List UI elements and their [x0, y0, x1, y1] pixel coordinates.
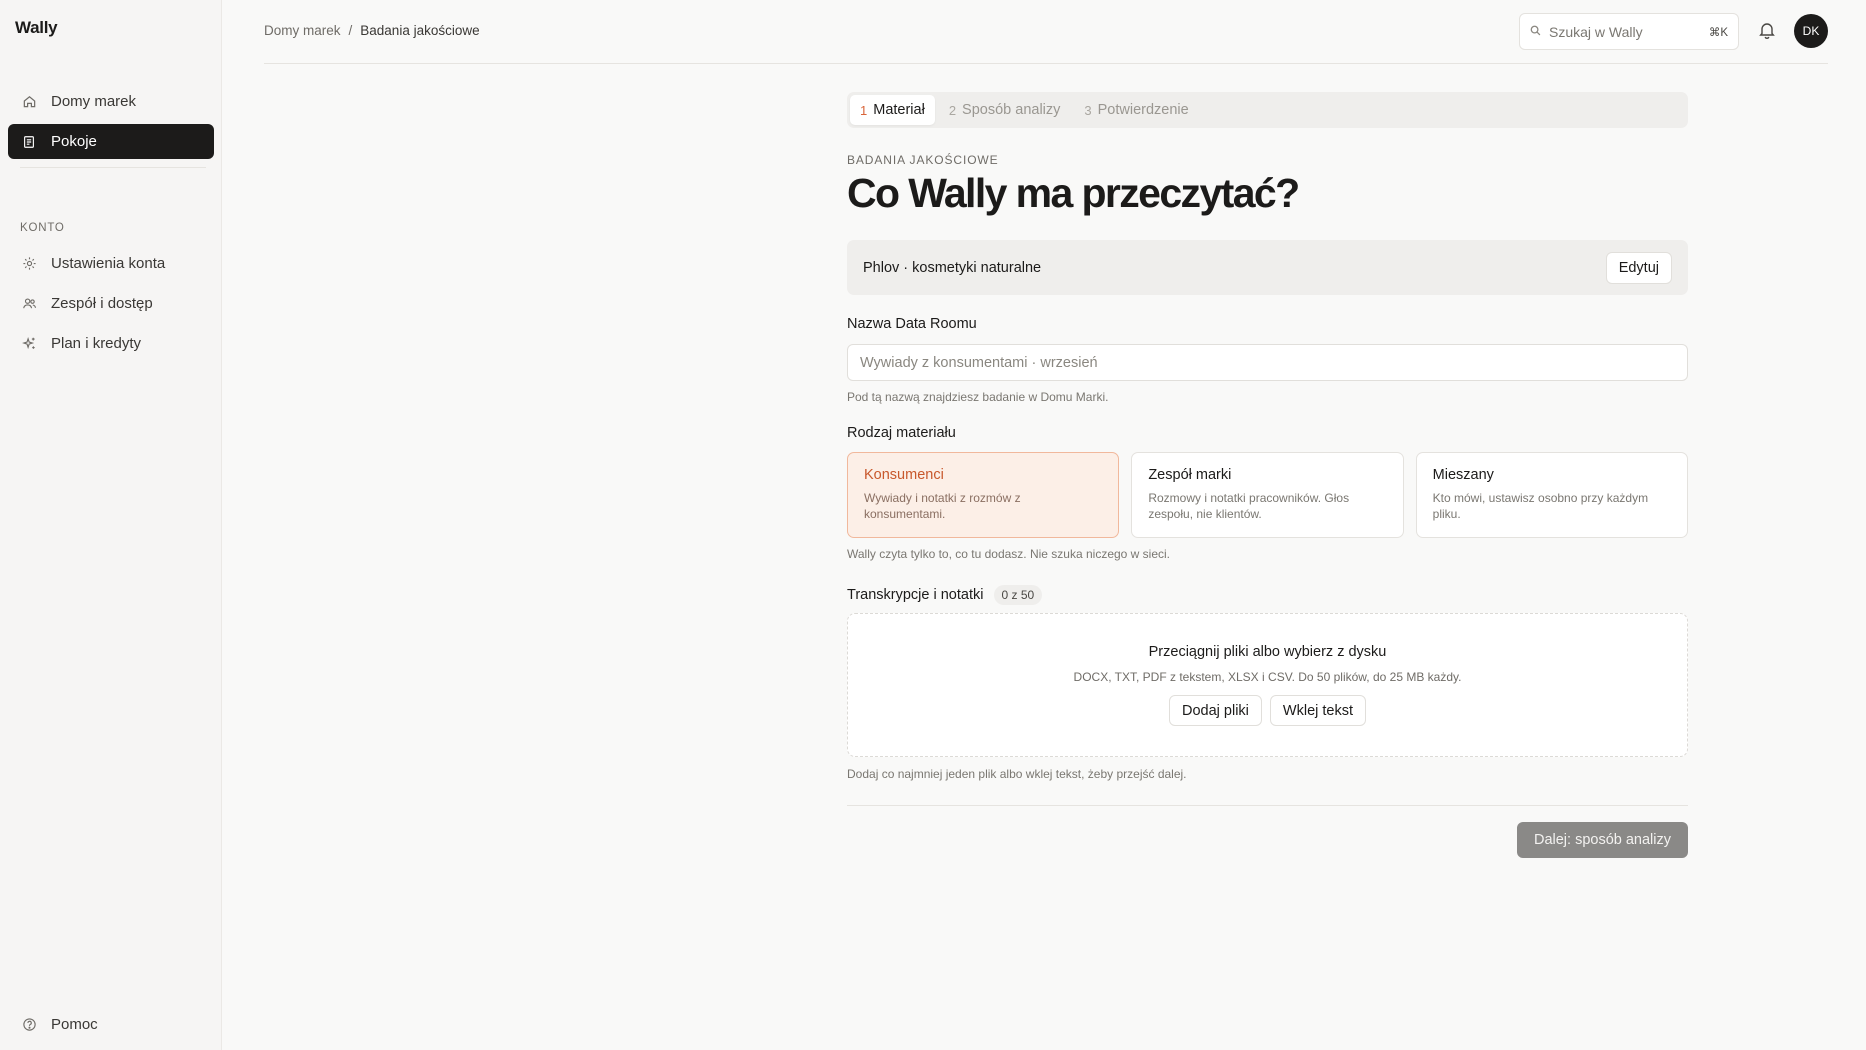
edit-brand-button[interactable]: Edytuj [1605, 251, 1672, 284]
sidebar-item-domy-marek[interactable]: Domy marek [8, 84, 214, 119]
material-type-options: Konsumenci Wywiady i notatki z rozmów z … [847, 452, 1688, 538]
sidebar-item-plan-i-kredyty[interactable]: Plan i kredyty [8, 326, 214, 361]
material-option-konsumenci[interactable]: Konsumenci Wywiady i notatki z rozmów z … [847, 452, 1120, 538]
eyebrow-label: BADANIA JAKOŚCIOWE [847, 153, 999, 167]
step-label: Sposób analizy [962, 102, 1061, 118]
help-circle-icon [21, 1017, 37, 1033]
paste-text-button[interactable]: Wklej tekst [1269, 695, 1366, 726]
sidebar-item-pomoc[interactable]: Pomoc [8, 1007, 214, 1042]
breadcrumb-item-current: Badania jakościowe [360, 23, 480, 38]
dropzone-title: Przeciągnij pliki albo wybierz z dysku [1148, 644, 1387, 660]
name-field-help: Pod tą nazwą znajdziesz badanie w Domu M… [847, 390, 1109, 404]
files-section-label: Transkrypcje i notatki 0 z 50 [847, 585, 1043, 605]
topbar: Domy marek / Badania jakościowe Szukaj w… [264, 0, 1828, 64]
sidebar-item-label: Zespół i dostęp [51, 295, 153, 312]
dropzone-actions: Dodaj pliki Wklej tekst [848, 695, 1687, 726]
step-material[interactable]: 1 Materiał [850, 95, 935, 125]
sidebar-item-label: Ustawienia konta [51, 255, 166, 272]
selected-brand-box: Phlov · kosmetyki naturalne Edytuj [847, 240, 1688, 295]
material-type-help: Wally czyta tylko to, co tu dodasz. Nie … [847, 547, 1171, 561]
home-icon [21, 94, 37, 110]
app-logo[interactable]: Wally [15, 18, 58, 38]
document-icon [21, 134, 37, 150]
sidebar-item-zespol-i-dostep[interactable]: Zespół i dostęp [8, 286, 214, 321]
step-label: Materiał [873, 102, 925, 118]
step-number: 2 [948, 102, 957, 118]
files-count-badge: 0 z 50 [993, 585, 1043, 605]
breadcrumb: Domy marek / Badania jakościowe [264, 23, 480, 38]
files-label: Transkrypcje i notatki [847, 587, 984, 603]
bell-icon[interactable] [1757, 20, 1779, 42]
material-option-mieszany[interactable]: Mieszany Kto mówi, ustawisz osobno przy … [1415, 452, 1688, 538]
main-area: Domy marek / Badania jakościowe Szukaj w… [222, 0, 1866, 1050]
sidebar: Wally Domy marek Pokoje KONTO Ustawienia… [0, 0, 222, 1050]
step-label: Potwierdzenie [1097, 102, 1189, 118]
option-title: Mieszany [1432, 467, 1494, 483]
sidebar-item-ustawienia-konta[interactable]: Ustawienia konta [8, 246, 214, 281]
search-shortcut: ⌘K [1708, 26, 1728, 39]
step-sposob-analizy[interactable]: 2 Sposób analizy [939, 95, 1071, 125]
option-description: Wywiady i notatki z rozmów z konsumentam… [864, 491, 1021, 522]
breadcrumb-item-domy-marek[interactable]: Domy marek [264, 23, 341, 38]
dropzone-subtitle: DOCX, TXT, PDF z tekstem, XLSX i CSV. Do… [1073, 670, 1462, 684]
sidebar-item-label: Pokoje [51, 133, 97, 150]
option-title: Konsumenci [864, 467, 944, 483]
add-files-button[interactable]: Dodaj pliki [1169, 695, 1262, 726]
name-field-label: Nazwa Data Roomu [847, 316, 977, 332]
breadcrumb-separator: / [348, 23, 353, 38]
step-number: 1 [860, 102, 868, 118]
avatar[interactable]: DK [1794, 14, 1828, 48]
sidebar-item-pokoje[interactable]: Pokoje [8, 124, 214, 159]
material-option-zespol-marki[interactable]: Zespół marki Rozmowy i notatki pracownik… [1131, 452, 1404, 538]
option-description: Rozmowy i notatki pracowników. Głos zesp… [1148, 491, 1350, 522]
sidebar-item-label: Plan i kredyty [51, 335, 142, 352]
sidebar-item-label: Pomoc [51, 1016, 98, 1033]
gear-icon [21, 256, 37, 272]
users-icon [21, 296, 37, 312]
wizard-steps: 1 Materiał 2 Sposób analizy 3 Potwierdze… [847, 92, 1688, 128]
step-number: 3 [1084, 102, 1092, 118]
search-icon [1530, 25, 1541, 39]
brand-name: Phlov · kosmetyki naturalne [863, 259, 1042, 276]
next-step-button[interactable]: Dalej: sposób analizy [1516, 822, 1688, 858]
sidebar-divider [20, 167, 206, 168]
file-dropzone[interactable]: Przeciągnij pliki albo wybierz z dysku D… [847, 613, 1688, 757]
sidebar-item-label: Domy marek [51, 93, 137, 110]
option-description: Kto mówi, ustawisz osobno przy każdym pl… [1432, 491, 1649, 522]
search-placeholder: Szukaj w Wally [1549, 23, 1643, 40]
files-help: Dodaj co najmniej jeden plik albo wklej … [847, 767, 1187, 781]
option-title: Zespół marki [1148, 467, 1232, 483]
data-room-name-input[interactable] [847, 344, 1688, 381]
material-type-label: Rodzaj materiału [847, 425, 956, 441]
search-box[interactable]: Szukaj w Wally ⌘K [1519, 13, 1739, 50]
step-potwierdzenie[interactable]: 3 Potwierdzenie [1074, 95, 1198, 125]
footer-divider [847, 805, 1688, 806]
page-title: Co Wally ma przeczytać? [847, 170, 1300, 216]
sparkle-icon [21, 336, 37, 352]
sidebar-section-label: KONTO [20, 222, 65, 234]
